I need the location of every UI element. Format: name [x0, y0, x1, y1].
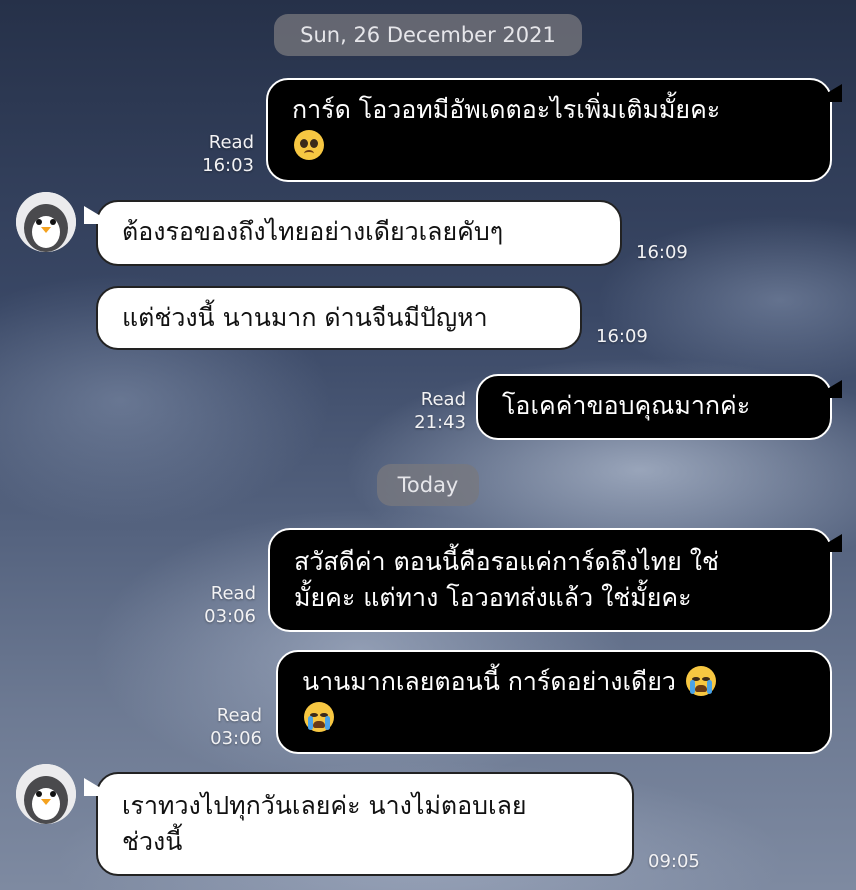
message-time: 09:05 [648, 851, 700, 872]
message-time: 16:09 [596, 326, 648, 347]
message-text-line: มั้ยคะ แต่ทาง โอวอทส่งแล้ว ใช่มั้ยคะ [294, 583, 692, 612]
read-receipt: Read 16:03 [188, 131, 254, 177]
loudly-crying-face-emoji [304, 702, 334, 732]
message-text: นานมากเลยตอนนี้ การ์ดอย่างเดียว [302, 667, 676, 696]
message-text: การ์ด โอวอทมีอัพเดตอะไรเพิ่มเติมมั้ยคะ [292, 95, 721, 124]
message-time: 21:43 [414, 412, 466, 433]
read-label: Read [208, 132, 254, 153]
read-label: Read [420, 389, 466, 410]
incoming-message[interactable]: เราทวงไปทุกวันเลยค่ะ นางไม่ตอบเลย ช่วงนี… [96, 772, 634, 876]
bubble-tail [812, 380, 842, 398]
read-label: Read [216, 705, 262, 726]
penguin-avatar-icon[interactable] [16, 764, 76, 824]
message-text-line: สวัสดีค่า ตอนนี้คือรอแค่การ์ดถึงไทย ใช่ [294, 547, 719, 576]
message-text: โอเคค่าขอบคุณมากค่ะ [502, 391, 751, 420]
message-time: 03:06 [210, 728, 262, 749]
loudly-crying-face-emoji [685, 666, 716, 696]
date-separator: Sun, 26 December 2021 [274, 14, 582, 56]
message-text-line: ช่วงนี้ [122, 827, 183, 856]
bubble-tail [84, 778, 114, 796]
bubble-tail [812, 84, 842, 102]
message-time: 03:06 [204, 606, 256, 627]
date-separator: Today [377, 464, 479, 506]
bubble-tail [84, 206, 114, 224]
outgoing-message[interactable]: โอเคค่าขอบคุณมากค่ะ [476, 374, 832, 440]
incoming-message[interactable]: ต้องรอของถึงไทยอย่างเดียวเลยคับๆ [96, 200, 622, 266]
penguin-avatar-icon[interactable] [16, 192, 76, 252]
outgoing-message[interactable]: สวัสดีค่า ตอนนี้คือรอแค่การ์ดถึงไทย ใช่ … [268, 528, 832, 632]
outgoing-message[interactable]: นานมากเลยตอนนี้ การ์ดอย่างเดียว [276, 650, 832, 754]
read-receipt: Read 21:43 [400, 388, 466, 434]
message-time: 16:09 [636, 242, 688, 263]
message-text: ต้องรอของถึงไทยอย่างเดียวเลยคับๆ [122, 217, 504, 246]
bubble-tail [812, 534, 842, 552]
pleading-face-emoji [294, 130, 324, 160]
outgoing-message[interactable]: การ์ด โอวอทมีอัพเดตอะไรเพิ่มเติมมั้ยคะ [266, 78, 832, 182]
incoming-message[interactable]: แต่ช่วงนี้ นานมาก ด่านจีนมีปัญหา [96, 286, 582, 350]
read-label: Read [210, 583, 256, 604]
message-time: 16:03 [202, 155, 254, 176]
read-receipt: Read 03:06 [196, 704, 262, 750]
message-text: แต่ช่วงนี้ นานมาก ด่านจีนมีปัญหา [122, 303, 488, 332]
read-receipt: Read 03:06 [190, 582, 256, 628]
message-text-line: เราทวงไปทุกวันเลยค่ะ นางไม่ตอบเลย [122, 791, 527, 820]
